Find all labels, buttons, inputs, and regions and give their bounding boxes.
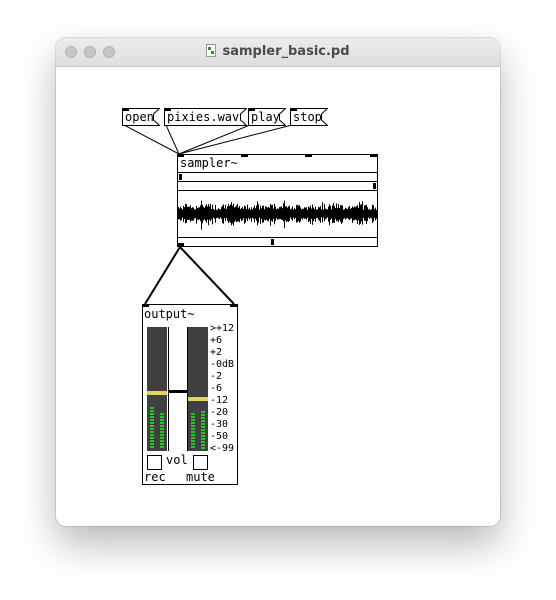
message-pixies-wav[interactable]: pixies.wav <box>164 108 247 126</box>
volume-slider[interactable] <box>168 327 188 451</box>
level-meter-left <box>147 327 157 451</box>
rec-label: rec <box>144 470 166 484</box>
message-open-label: open <box>125 110 154 124</box>
title-bar[interactable]: sampler_basic.pd <box>56 38 500 67</box>
patch-window: sampler_basic.pd open pixies.wav play st… <box>56 38 500 526</box>
message-open[interactable]: open <box>122 108 160 126</box>
end-position-slider[interactable] <box>178 182 377 190</box>
message-play-label: play <box>251 110 280 124</box>
end-slider-handle[interactable] <box>373 183 376 189</box>
waveform-display[interactable] <box>178 192 377 237</box>
db-scale-label: -6 <box>210 383 223 394</box>
level-meter-right-2 <box>198 327 208 451</box>
sampler-inlet-right[interactable] <box>370 154 377 157</box>
output-label: output~ <box>144 307 195 321</box>
meter-right-leds <box>191 413 195 449</box>
output-inlet-right[interactable] <box>230 304 237 307</box>
db-scale-label: <-99 <box>210 443 235 454</box>
playhead-slider[interactable] <box>178 238 377 246</box>
mute-toggle[interactable] <box>193 455 208 470</box>
level-meter-right <box>188 327 198 451</box>
meter-left-leds <box>150 407 154 449</box>
message-inlet[interactable] <box>122 108 129 111</box>
sampler-object[interactable]: sampler~ <box>177 154 378 247</box>
db-scale-label: -0dB <box>210 359 235 370</box>
volume-slider-handle[interactable] <box>169 390 187 393</box>
vol-label: vol <box>166 453 188 467</box>
db-scale-label: -30 <box>210 419 229 430</box>
meter-left2-leds <box>160 413 164 449</box>
sampler-outlet[interactable] <box>177 243 184 246</box>
mute-label: mute <box>186 470 215 484</box>
patch-cords <box>123 124 293 305</box>
meter-left-peak <box>147 391 157 395</box>
meter-right2-leds <box>201 411 205 449</box>
message-inlet[interactable] <box>164 108 171 111</box>
sampler-inlet-3[interactable] <box>305 154 312 157</box>
level-meter-left-2 <box>157 327 167 451</box>
window-title: sampler_basic.pd <box>222 44 350 59</box>
start-slider-handle[interactable] <box>179 174 182 180</box>
meter-right2-peak <box>198 397 208 401</box>
pd-document-icon <box>206 44 217 57</box>
message-stop[interactable]: stop <box>290 108 328 126</box>
start-position-slider[interactable] <box>178 173 377 181</box>
output-object[interactable]: output~ >+12 +6 +2 -0dB -2 -6 -12 -20 -30 -50 <-9 <box>142 304 238 485</box>
db-scale-label: >+12 <box>210 323 235 334</box>
waveform-divider <box>178 190 377 191</box>
message-inlet[interactable] <box>290 108 297 111</box>
db-scale-label: -50 <box>210 431 229 442</box>
message-inlet[interactable] <box>248 108 255 111</box>
rec-toggle[interactable] <box>147 455 162 470</box>
message-stop-label: stop <box>293 110 322 124</box>
playhead-handle[interactable] <box>271 239 274 245</box>
db-scale-label: -20 <box>210 407 229 418</box>
meter-left2-peak <box>157 391 167 395</box>
window-title-row: sampler_basic.pd <box>56 44 500 59</box>
db-scale-label: +2 <box>210 347 223 358</box>
message-pixies-label: pixies.wav <box>167 110 240 124</box>
sampler-label: sampler~ <box>180 156 238 170</box>
db-scale-label: -12 <box>210 395 229 406</box>
waveform-trace <box>178 200 377 230</box>
db-scale-label: -2 <box>210 371 223 382</box>
meter-right-peak <box>188 397 198 401</box>
db-scale-label: +6 <box>210 335 223 346</box>
sampler-inlet-2[interactable] <box>241 154 248 157</box>
message-play[interactable]: play <box>248 108 286 126</box>
patch-canvas[interactable]: open pixies.wav play stop sampler~ outpu… <box>56 67 500 526</box>
